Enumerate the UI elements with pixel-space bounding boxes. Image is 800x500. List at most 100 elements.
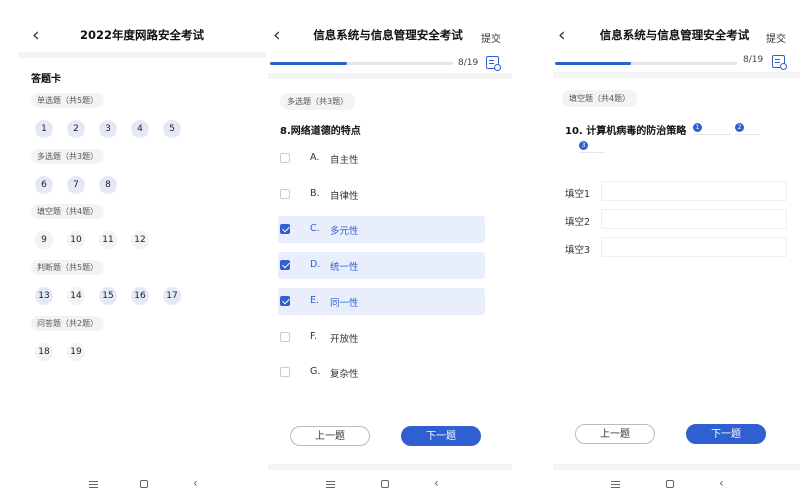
option-g[interactable]: G. 复杂性 (278, 359, 485, 386)
question-number[interactable]: 14 (67, 287, 85, 305)
option-b[interactable]: B. 自律性 (278, 181, 485, 208)
fill-row-1: 填空1 (565, 181, 787, 203)
progress-bar (555, 62, 737, 65)
submit-button[interactable]: 提交 (766, 30, 786, 45)
system-navbar: ‹ (18, 470, 266, 500)
page-title: 2022年度网路安全考试 (79, 28, 204, 42)
checkbox[interactable] (280, 295, 290, 306)
fill-blank-screen: ‹ 信息系统与信息管理安全考试 提交 8/19 填空题（共4题） 10. 计算机… (553, 0, 800, 500)
option-e[interactable]: E. 同一性 (278, 287, 485, 315)
fill-input-1[interactable] (601, 181, 787, 201)
fill-input-3[interactable] (601, 237, 787, 257)
answer-card-title: 答题卡 (31, 74, 61, 85)
option-text: 开放性 (330, 333, 359, 345)
page-title: 信息系统与信息管理安全考试 (313, 28, 463, 42)
fill-label: 填空1 (565, 189, 591, 200)
multiple-choice-screen: ‹ 信息系统与信息管理安全考试 提交 8/19 多选题（共3题） 8.网络道德的… (268, 0, 512, 500)
home-icon[interactable] (666, 480, 674, 488)
checkbox[interactable] (280, 188, 290, 199)
option-letter: E. (310, 294, 320, 306)
menu-icon[interactable] (326, 481, 335, 483)
blank-underline (735, 134, 759, 135)
fill-label: 填空2 (565, 217, 591, 228)
question-number[interactable]: 2 (67, 120, 85, 138)
progress-text: 8/19 (743, 55, 764, 65)
question-number[interactable]: 18 (35, 343, 53, 361)
question-title: 8.网络道德的特点 (280, 126, 361, 137)
question-number[interactable]: 15 (99, 287, 117, 305)
option-text: 同一性 (330, 297, 359, 309)
option-text: 复杂性 (330, 369, 359, 381)
progress-text: 8/19 (458, 58, 479, 68)
menu-icon[interactable] (611, 481, 620, 483)
question-type-tag: 填空题（共4题） (562, 90, 638, 107)
option-text: 多元性 (330, 226, 359, 238)
back-nav-icon[interactable]: ‹ (434, 476, 439, 490)
question-number[interactable]: 12 (131, 231, 149, 249)
question-number[interactable]: 16 (131, 287, 149, 305)
back-nav-icon[interactable]: ‹ (193, 476, 198, 490)
checkbox[interactable] (280, 367, 290, 378)
section-label: 单选题（共5题） (31, 93, 105, 108)
prev-question-button[interactable]: 上一题 (575, 424, 655, 444)
option-text: 自律性 (330, 190, 359, 202)
system-navbar: ‹ (553, 470, 800, 500)
blank-underline (693, 134, 731, 135)
divider (268, 73, 512, 79)
answer-card-icon[interactable] (772, 55, 787, 70)
checkbox[interactable] (280, 153, 290, 163)
question-number[interactable]: 7 (67, 176, 85, 194)
question-number[interactable]: 8 (99, 176, 117, 194)
option-f[interactable]: F. 开放性 (278, 324, 485, 351)
question-number[interactable]: 19 (67, 343, 85, 361)
fill-row-2: 填空2 (565, 209, 787, 231)
header: ‹ 信息系统与信息管理安全考试 提交 (268, 22, 512, 50)
fill-input-2[interactable] (601, 209, 787, 229)
option-letter: F. (310, 330, 317, 342)
question-number[interactable]: 17 (163, 287, 181, 305)
back-nav-icon[interactable]: ‹ (719, 476, 724, 490)
question-number[interactable]: 3 (99, 120, 117, 138)
next-question-button[interactable]: 下一题 (401, 426, 481, 446)
home-icon[interactable] (140, 480, 148, 488)
option-d[interactable]: D. 统一性 (278, 252, 485, 280)
menu-icon[interactable] (89, 481, 98, 483)
question-type-tag: 多选题（共3题） (280, 93, 356, 110)
blank-marker-2: 2 (735, 123, 744, 132)
section-label: 填空题（共4题） (31, 204, 105, 219)
option-a[interactable]: A. 自主性 (278, 145, 485, 172)
submit-button[interactable]: 提交 (481, 30, 501, 45)
answer-card-icon[interactable] (486, 56, 501, 71)
question-number[interactable]: 6 (35, 176, 53, 194)
question-number[interactable]: 9 (35, 231, 53, 249)
fill-label: 填空3 (565, 245, 591, 256)
divider (18, 52, 266, 58)
divider (553, 72, 800, 78)
next-question-button[interactable]: 下一题 (686, 424, 766, 444)
progress-fill (270, 62, 347, 65)
checkbox[interactable] (280, 224, 290, 235)
question-number[interactable]: 4 (131, 120, 149, 138)
question-title: 10. 计算机病毒的防治策略 (565, 126, 687, 137)
question-number[interactable]: 13 (35, 287, 53, 305)
question-number[interactable]: 11 (99, 231, 117, 249)
option-letter: G. (310, 366, 321, 378)
answer-card-screen: ‹ 2022年度网路安全考试 答题卡 单选题（共5题） 1 2 3 4 5 多选题（共3题）… (18, 0, 266, 500)
checkbox[interactable] (280, 260, 290, 271)
fill-row-3: 填空3 (565, 237, 787, 259)
section-label: 问答题（共2题） (31, 316, 105, 331)
question-number[interactable]: 1 (35, 120, 53, 138)
question-number[interactable]: 10 (67, 231, 85, 249)
section-label: 多选题（共3题） (31, 149, 105, 164)
option-text: 自主性 (330, 155, 359, 166)
page-title: 信息系统与信息管理安全考试 (599, 28, 750, 42)
home-icon[interactable] (381, 480, 389, 488)
checkbox[interactable] (280, 331, 290, 342)
progress-bar (270, 62, 453, 65)
question-number[interactable]: 5 (163, 120, 181, 138)
option-letter: A. (310, 152, 320, 163)
option-c[interactable]: C. 多元性 (278, 216, 485, 244)
prev-question-button[interactable]: 上一题 (290, 426, 370, 446)
blank-marker-3: 3 (579, 141, 588, 150)
section-label: 判断题（共5题） (31, 260, 105, 275)
